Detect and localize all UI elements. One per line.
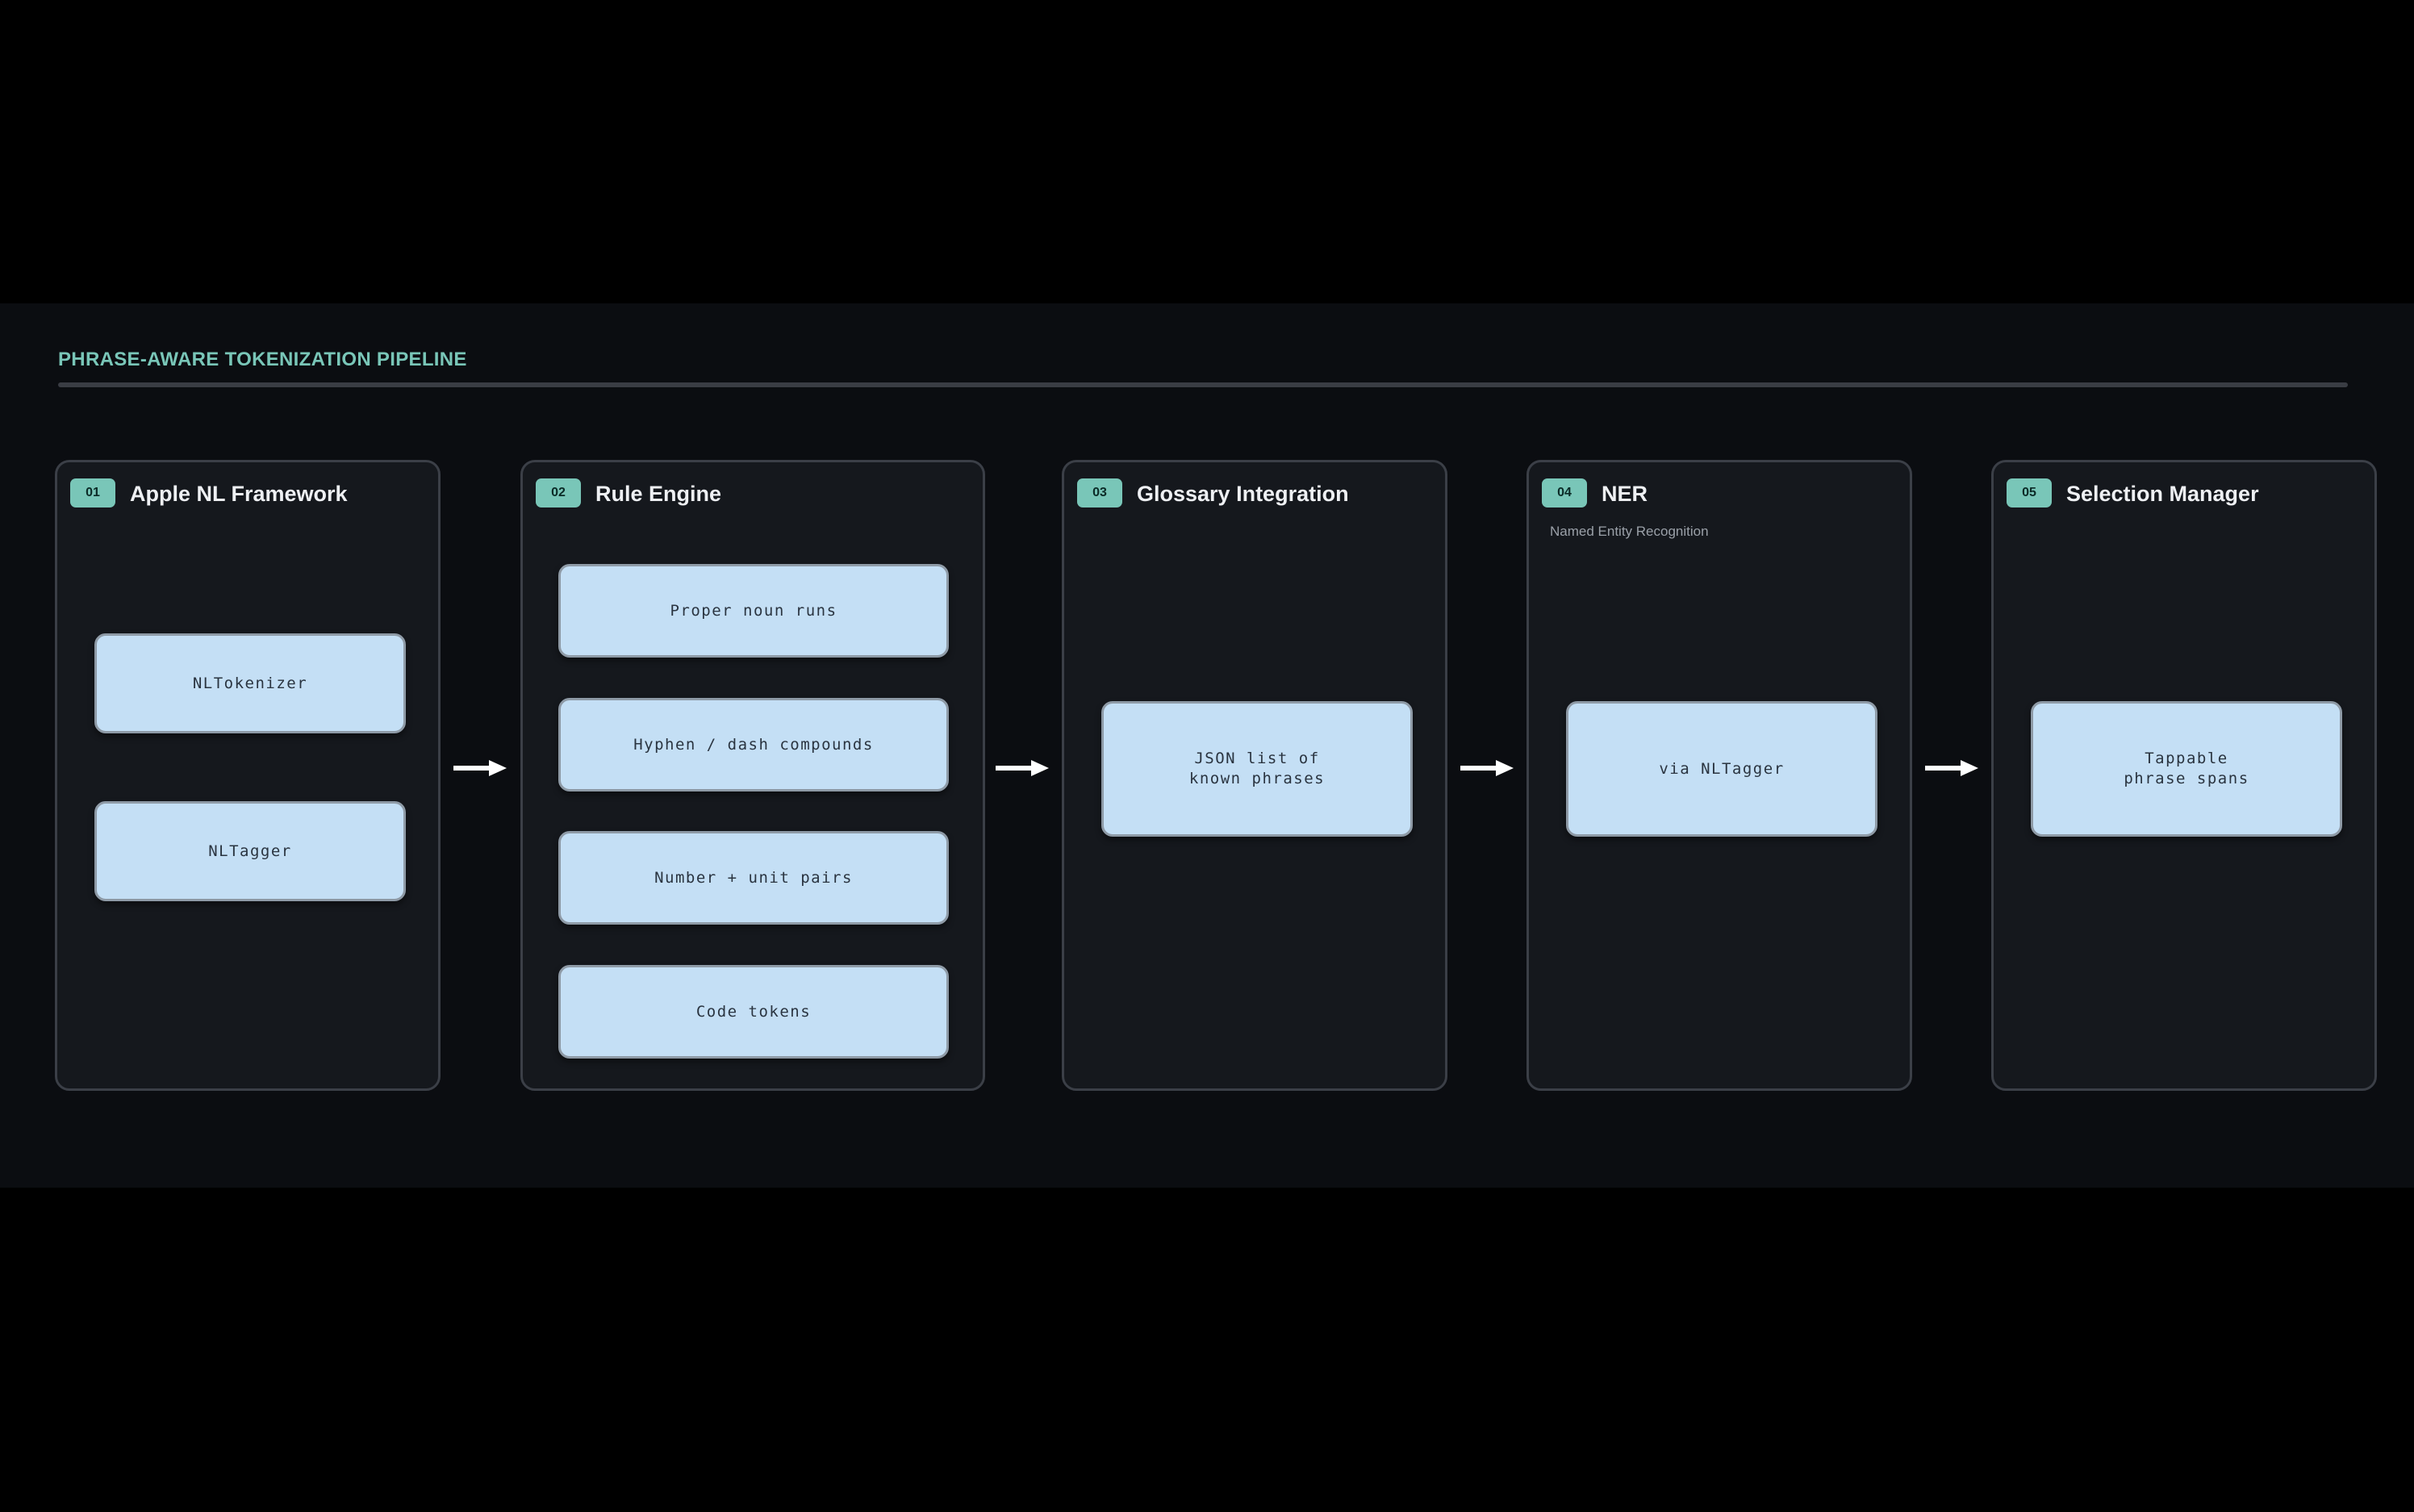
flow-arrow-icon: [996, 760, 1049, 776]
stage-selection-manager: 05 Selection Manager Tappable phrase spa…: [1991, 460, 2377, 1091]
node-tappable-phrase-spans: Tappable phrase spans: [2031, 701, 2342, 837]
node-via-nltagger: via NLTagger: [1566, 701, 1877, 837]
node-code-tokens: Code tokens: [558, 965, 949, 1059]
stage-ner: 04 NER Named Entity Recognition via NLTa…: [1526, 460, 1912, 1091]
stage-apple-nl-framework: 01 Apple NL Framework NLTokenizer NLTagg…: [55, 460, 441, 1091]
flow-arrow-icon: [1460, 760, 1514, 776]
flow-arrow-icon: [453, 760, 507, 776]
stage-glossary-integration: 03 Glossary Integration JSON list of kno…: [1062, 460, 1447, 1091]
stage-number-badge: 05: [2007, 478, 2052, 507]
stage-number-badge: 04: [1542, 478, 1587, 507]
node-nltagger: NLTagger: [94, 801, 406, 901]
node-proper-noun-runs: Proper noun runs: [558, 564, 949, 658]
stage-title: Apple NL Framework: [130, 482, 348, 506]
node-json-known-phrases: JSON list of known phrases: [1101, 701, 1413, 837]
flow-arrow-icon: [1925, 760, 1978, 776]
stage-rule-engine: 02 Rule Engine Proper noun runs Hyphen /…: [520, 460, 985, 1091]
stage-subtitle: Named Entity Recognition: [1550, 524, 1709, 539]
node-hyphen-dash-compounds: Hyphen / dash compounds: [558, 698, 949, 792]
node-number-unit-pairs: Number + unit pairs: [558, 831, 949, 925]
stage-number-badge: 02: [536, 478, 581, 507]
stage-number-badge: 03: [1077, 478, 1122, 507]
title-divider: [58, 382, 2348, 387]
stage-title: Glossary Integration: [1137, 482, 1349, 506]
node-nltokenizer: NLTokenizer: [94, 633, 406, 733]
stage-title: NER: [1602, 482, 1648, 506]
stage-number-badge: 01: [70, 478, 115, 507]
diagram-title: PHRASE-AWARE TOKENIZATION PIPELINE: [58, 349, 467, 370]
stage-title: Rule Engine: [595, 482, 722, 506]
stage-title: Selection Manager: [2066, 482, 2259, 506]
